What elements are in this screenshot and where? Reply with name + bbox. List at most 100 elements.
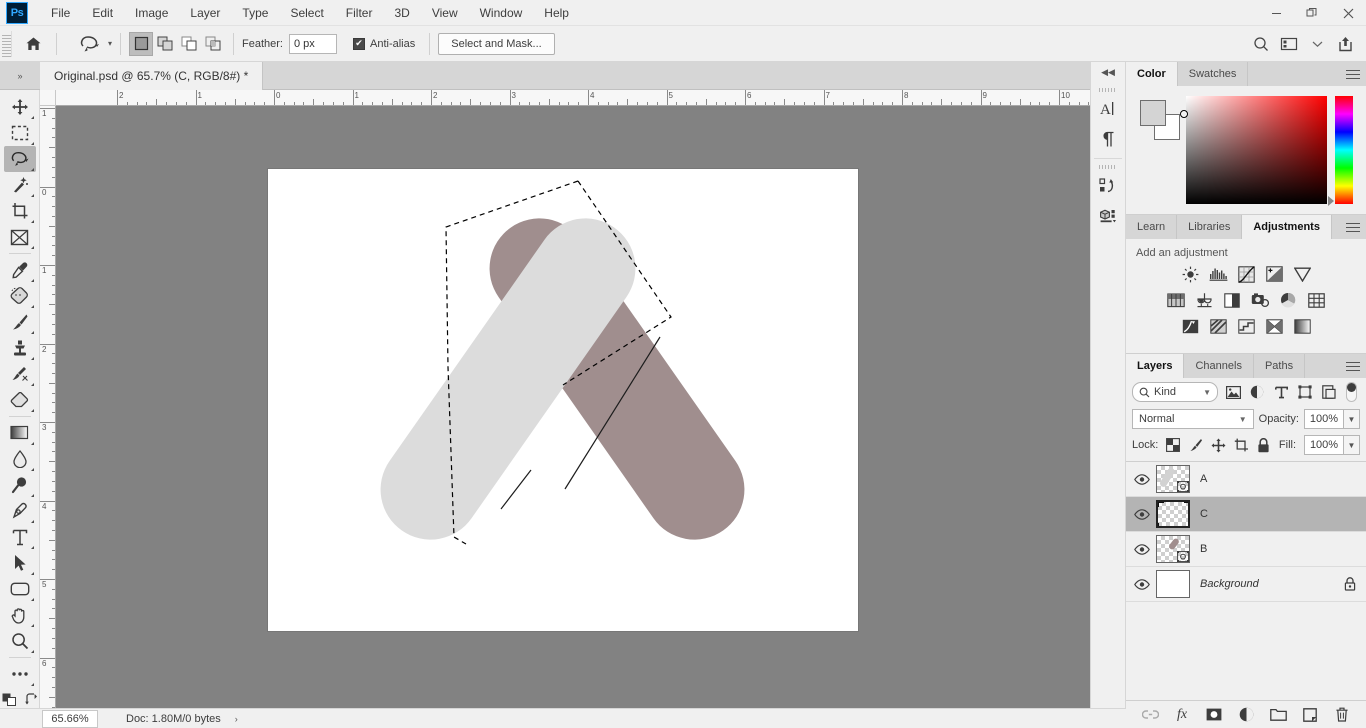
opacity-stepper-chevron-icon[interactable]: ▼ — [1344, 409, 1360, 429]
photo-filter-icon[interactable] — [1222, 291, 1242, 309]
layer-name[interactable]: C — [1200, 508, 1208, 520]
add-layer-style-icon[interactable]: fx — [1173, 706, 1191, 724]
adjustments-panel-menu-icon[interactable] — [1346, 220, 1360, 234]
frame-tool[interactable] — [4, 224, 36, 250]
3d-panel-icon[interactable] — [1091, 201, 1125, 231]
character-panel-icon[interactable]: A — [1091, 94, 1125, 124]
crop-tool[interactable] — [4, 198, 36, 224]
minimize-button[interactable] — [1258, 0, 1294, 26]
anti-alias-checkbox[interactable]: ✔ — [352, 37, 365, 50]
table-row[interactable]: A — [1126, 462, 1366, 497]
color-balance-icon[interactable] — [1166, 291, 1186, 309]
opacity-input[interactable]: 100% — [1304, 409, 1344, 429]
new-fill-adjustment-icon[interactable] — [1237, 706, 1255, 724]
zoom-level-input[interactable]: 65.66% — [42, 709, 98, 728]
color-panel-foreground-swatch[interactable] — [1140, 100, 1166, 126]
brush-tool[interactable] — [4, 309, 36, 335]
new-selection-button[interactable] — [129, 31, 154, 56]
tab-layers[interactable]: Layers — [1126, 354, 1185, 378]
layer-visibility-toggle[interactable] — [1128, 567, 1156, 602]
edit-toolbar-tool[interactable] — [4, 661, 36, 687]
canvas-viewport[interactable] — [56, 106, 1090, 708]
share-icon[interactable] — [1332, 31, 1358, 57]
move-tool[interactable] — [4, 94, 36, 120]
magic-wand-tool[interactable] — [4, 172, 36, 198]
tab-paths[interactable]: Paths — [1254, 354, 1306, 378]
filter-shape-icon[interactable] — [1296, 383, 1314, 401]
layers-panel-menu-icon[interactable] — [1346, 359, 1360, 373]
fill-stepper-chevron-icon[interactable]: ▼ — [1344, 435, 1361, 455]
menu-file[interactable]: File — [40, 2, 81, 24]
add-layer-mask-icon[interactable] — [1205, 706, 1223, 724]
layer-thumbnail[interactable] — [1156, 535, 1190, 563]
new-layer-icon[interactable] — [1301, 706, 1319, 724]
color-lookup-icon[interactable] — [1278, 291, 1298, 309]
threshold-icon[interactable] — [1236, 317, 1256, 335]
actions-panel-icon[interactable] — [1091, 171, 1125, 201]
menu-layer[interactable]: Layer — [179, 2, 231, 24]
menu-image[interactable]: Image — [124, 2, 179, 24]
link-layers-icon[interactable] — [1141, 706, 1159, 724]
vibrance-icon[interactable] — [1292, 265, 1312, 283]
hand-tool[interactable] — [4, 602, 36, 628]
subtract-from-selection-button[interactable] — [177, 32, 201, 56]
fill-input[interactable]: 100% — [1304, 435, 1345, 455]
new-group-icon[interactable] — [1269, 706, 1287, 724]
document-tab[interactable]: Original.psd @ 65.7% (C, RGB/8#) * — [40, 62, 264, 90]
color-panel-swatches[interactable] — [1140, 100, 1180, 140]
selective-color-icon[interactable] — [1264, 317, 1284, 335]
home-icon[interactable] — [18, 29, 48, 59]
add-to-selection-button[interactable] — [153, 32, 177, 56]
hue-slider[interactable] — [1328, 96, 1353, 206]
lock-artboard-nesting-icon[interactable] — [1234, 437, 1249, 453]
layer-thumbnail[interactable] — [1156, 570, 1190, 598]
curves-icon[interactable] — [1236, 265, 1256, 283]
tab-channels[interactable]: Channels — [1184, 354, 1254, 378]
pen-tool[interactable] — [4, 498, 36, 524]
lock-transparent-pixels-icon[interactable] — [1166, 437, 1181, 453]
gradient-map-icon[interactable] — [1292, 317, 1312, 335]
tab-color[interactable]: Color — [1126, 62, 1178, 86]
gradient-tool[interactable] — [4, 420, 36, 446]
channel-mixer-icon[interactable] — [1250, 291, 1270, 309]
tab-adjustments[interactable]: Adjustments — [1242, 215, 1332, 239]
tab-swatches[interactable]: Swatches — [1178, 62, 1249, 86]
lock-all-icon[interactable] — [1257, 437, 1271, 453]
menu-window[interactable]: Window — [469, 2, 534, 24]
lock-position-icon[interactable] — [1211, 437, 1226, 453]
layer-lock-icon[interactable] — [1344, 577, 1356, 591]
eraser-tool[interactable] — [4, 387, 36, 413]
type-tool[interactable] — [4, 524, 36, 550]
search-icon[interactable] — [1248, 31, 1274, 57]
feather-input[interactable]: 0 px — [288, 33, 337, 54]
clone-stamp-tool[interactable] — [4, 335, 36, 361]
ruler-origin[interactable] — [40, 90, 56, 106]
spot-healing-brush-tool[interactable] — [4, 283, 36, 309]
posterize-icon[interactable] — [1208, 317, 1228, 335]
dodge-tool[interactable] — [4, 472, 36, 498]
zoom-tool[interactable] — [4, 628, 36, 654]
tab-learn[interactable]: Learn — [1126, 215, 1178, 239]
filter-kind-chevron-icon[interactable]: ▼ — [1203, 388, 1211, 397]
filter-type-icon[interactable] — [1272, 383, 1290, 401]
layer-thumbnail[interactable] — [1156, 465, 1190, 493]
color-panel-menu-icon[interactable] — [1346, 67, 1360, 81]
history-brush-tool[interactable] — [4, 361, 36, 387]
black-and-white-icon[interactable] — [1194, 291, 1214, 309]
intersect-selection-button[interactable] — [201, 32, 225, 56]
blur-tool[interactable] — [4, 446, 36, 472]
menu-edit[interactable]: Edit — [81, 2, 124, 24]
layer-name[interactable]: Background — [1200, 578, 1259, 590]
menu-help[interactable]: Help — [533, 2, 580, 24]
maximize-button[interactable] — [1294, 0, 1330, 26]
layer-name[interactable]: B — [1200, 543, 1207, 555]
menu-3d[interactable]: 3D — [383, 2, 420, 24]
color-field[interactable] — [1180, 96, 1327, 204]
dock-grip-1[interactable] — [1099, 88, 1117, 92]
invert-icon[interactable] — [1180, 317, 1200, 335]
eyedropper-tool[interactable] — [4, 257, 36, 283]
paragraph-panel-icon[interactable] — [1091, 124, 1125, 154]
rectangle-tool[interactable] — [4, 576, 36, 602]
default-colors-icon[interactable] — [2, 693, 17, 707]
table-row[interactable]: C — [1126, 497, 1366, 532]
